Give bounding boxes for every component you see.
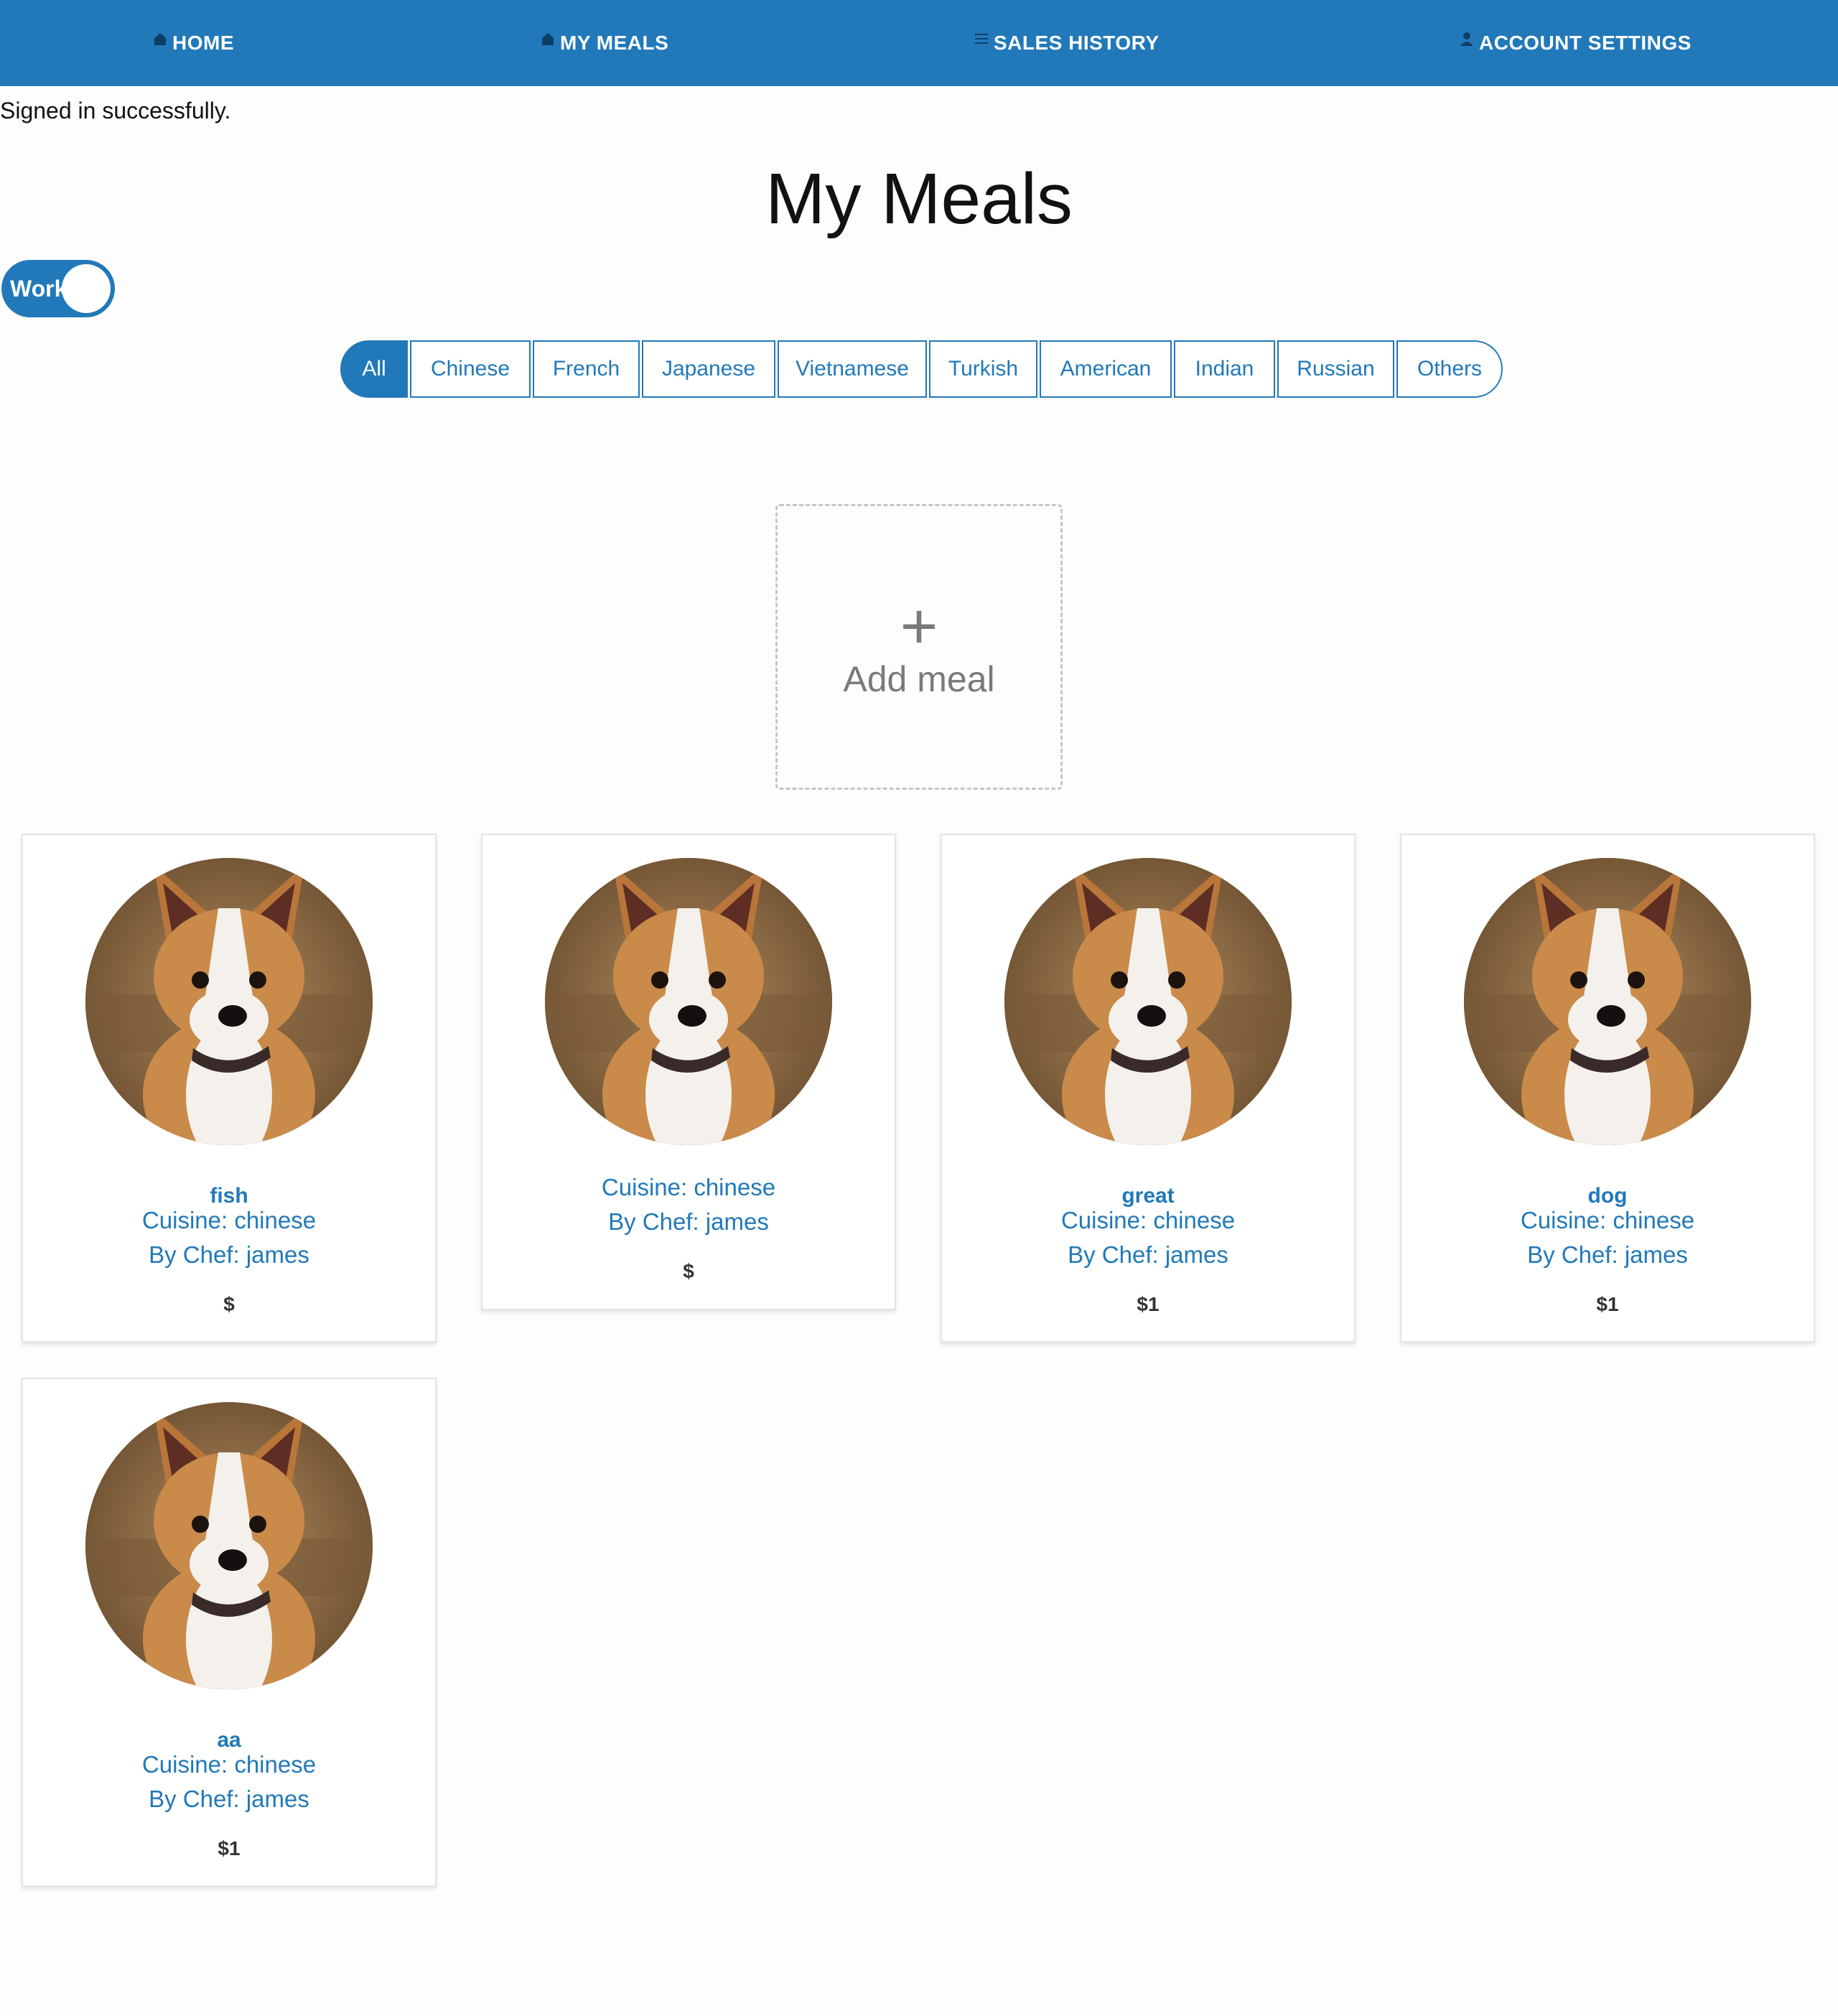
nav-home[interactable]: HOME <box>152 0 234 86</box>
meal-photo <box>1004 858 1292 1145</box>
top-navbar: HOME MY MEALS SALES HISTORY ACCOUNT SETT… <box>0 0 1838 86</box>
meal-card[interactable]: aa Cuisine: chinese By Chef: james $1 <box>22 1378 437 1887</box>
meal-cuisine: Cuisine: chinese <box>141 1207 317 1233</box>
meal-photo <box>85 1402 373 1689</box>
meal-card[interactable]: dog Cuisine: chinese By Chef: james $1 <box>1400 834 1815 1343</box>
plus-icon: + <box>900 591 938 663</box>
flash-message: Signed in successfully. <box>0 98 231 123</box>
nav-home-label: HOME <box>172 32 234 54</box>
meal-name: great <box>1121 1184 1175 1208</box>
meal-cuisine: Cuisine: chinese <box>141 1751 317 1778</box>
work-toggle[interactable]: Work <box>1 260 115 317</box>
meal-name: fish <box>210 1184 248 1208</box>
add-meal-label: Add meal <box>843 659 995 699</box>
meal-name: aa <box>217 1728 241 1752</box>
filter-turkish[interactable]: Turkish <box>929 340 1037 398</box>
filter-all[interactable]: All <box>340 340 408 398</box>
meal-photo <box>1464 858 1751 1145</box>
meal-card[interactable]: great Cuisine: chinese By Chef: james $1 <box>941 834 1356 1343</box>
nav-account-settings-label: ACCOUNT SETTINGS <box>1479 32 1692 54</box>
meal-price: $ <box>683 1260 694 1282</box>
nav-sales-history[interactable]: SALES HISTORY <box>974 0 1160 86</box>
meal-name: dog <box>1587 1184 1628 1208</box>
filter-chinese[interactable]: Chinese <box>410 340 531 398</box>
filter-indian[interactable]: Indian <box>1174 340 1275 398</box>
filter-others[interactable]: Others <box>1396 340 1503 398</box>
filter-french[interactable]: French <box>533 340 640 398</box>
toggle-knob <box>62 264 111 313</box>
add-meal-button[interactable]: + Add meal <box>775 504 1063 790</box>
cuisine-filter-group: All Chinese French Japanese Vietnamese T… <box>340 340 1505 398</box>
meal-photo <box>545 858 832 1145</box>
meal-chef: By Chef: james <box>149 1786 309 1812</box>
meal-photo <box>85 858 373 1145</box>
home-icon <box>540 31 556 47</box>
meal-cuisine: Cuisine: chinese <box>601 1174 776 1200</box>
meal-cuisine: Cuisine: chinese <box>1520 1207 1695 1233</box>
list-icon <box>974 31 989 47</box>
meal-chef: By Chef: james <box>1527 1241 1688 1268</box>
filter-japanese[interactable]: Japanese <box>642 340 775 398</box>
user-icon <box>1459 31 1475 47</box>
meal-chef: By Chef: james <box>149 1241 309 1268</box>
filter-american[interactable]: American <box>1040 340 1172 398</box>
meal-price: $ <box>223 1293 235 1315</box>
filter-russian[interactable]: Russian <box>1277 340 1394 398</box>
meal-price: $1 <box>1137 1293 1160 1315</box>
filter-vietnamese[interactable]: Vietnamese <box>778 340 927 398</box>
home-icon <box>152 31 168 47</box>
work-toggle-label: Work <box>10 276 67 302</box>
nav-sales-history-label: SALES HISTORY <box>994 32 1160 54</box>
nav-my-meals[interactable]: MY MEALS <box>540 0 668 86</box>
meal-card[interactable]: fish Cuisine: chinese By Chef: james $ <box>22 834 437 1343</box>
meal-cuisine: Cuisine: chinese <box>1060 1207 1236 1233</box>
page-title: My Meals <box>765 159 1073 239</box>
meal-chef: By Chef: james <box>1068 1241 1228 1268</box>
nav-account-settings[interactable]: ACCOUNT SETTINGS <box>1459 0 1692 86</box>
meal-price: $1 <box>218 1837 241 1859</box>
meal-price: $1 <box>1596 1293 1619 1315</box>
nav-my-meals-label: MY MEALS <box>560 32 669 54</box>
meal-card[interactable]: Cuisine: chinese By Chef: james $ <box>481 834 896 1310</box>
meal-chef: By Chef: james <box>608 1208 769 1235</box>
